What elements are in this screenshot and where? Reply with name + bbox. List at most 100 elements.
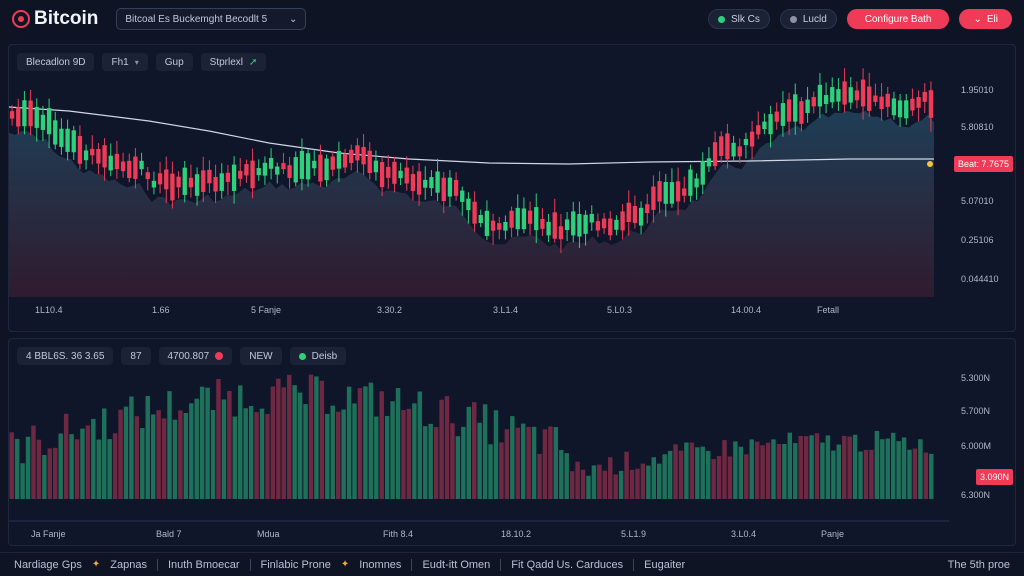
candle-body [885, 93, 890, 107]
volume-bar [624, 451, 629, 499]
volume-bar [374, 416, 379, 499]
candle-body [497, 223, 502, 230]
candle-body [669, 182, 675, 204]
chevron-down-icon: ▾ [134, 57, 139, 67]
volume-count[interactable]: 87 [121, 347, 151, 365]
footer-link[interactable]: Finlabic Prone [261, 559, 331, 571]
candle-body [250, 160, 255, 189]
candle-body [287, 165, 292, 178]
candle-body [780, 103, 786, 126]
status-footer: Nardiage Gps ✦ Zapnas Inuth Bmoecar Finl… [0, 552, 1024, 576]
interval-select[interactable]: Fh1 ▾ [102, 53, 148, 71]
volume-bar [793, 443, 798, 499]
volume-bar [47, 448, 53, 499]
volume-bar [836, 444, 841, 499]
volume-bar [678, 450, 684, 499]
candle-body [96, 148, 101, 164]
volume-axis-label: 5.700N [961, 406, 991, 416]
volume-bar [461, 426, 466, 499]
volume-bar [591, 465, 597, 499]
candle-body [435, 171, 440, 193]
volume-bar [510, 416, 515, 499]
candle-body [589, 213, 594, 223]
candle-body [910, 98, 915, 111]
volume-bar [417, 391, 423, 499]
volume-bar [814, 433, 820, 499]
configure-button[interactable]: Configure Bath [846, 9, 950, 29]
candle-body [823, 95, 829, 104]
price-chart-panel: Blecadlon 9D Fh1 ▾ Gup Stprlexl ➚ 1.95010 … [8, 44, 1016, 332]
candle-body [207, 169, 212, 184]
candle-body [22, 100, 27, 127]
price-axis-label: 5.80810 [961, 122, 994, 132]
candle-body [151, 180, 157, 188]
volume-bar [63, 413, 69, 499]
volume-bar-chart[interactable] [9, 339, 1017, 547]
volume-axis-label: 6.000M [961, 441, 992, 451]
group-label: Gup [164, 56, 184, 68]
volume-bar [553, 427, 559, 499]
volume-bar [134, 416, 140, 499]
footer-link[interactable]: Eugaiter [644, 559, 685, 571]
volume-bar [646, 465, 651, 499]
candle-body [330, 156, 335, 170]
candlestick-chart[interactable] [9, 45, 1017, 333]
candle-body [410, 174, 416, 191]
strategy-button[interactable]: Stprlexl ➚ [200, 53, 267, 71]
footer-link[interactable]: Zapnas [110, 559, 147, 571]
new-button[interactable]: NEW [240, 347, 282, 365]
volume-bar [357, 388, 363, 499]
current-price-tag: Beat: 7.7675 [953, 156, 1013, 172]
footer-link[interactable]: Inomnes [359, 559, 401, 571]
candle-body [46, 108, 52, 135]
volume-bar [580, 469, 586, 499]
candle-body [620, 211, 625, 231]
candle-body [867, 86, 872, 111]
pair-select[interactable]: Bitcoal Es Buckemght Becodlt 5 ⌄ [116, 8, 307, 30]
volume-bar [569, 471, 575, 499]
details-toggle[interactable]: Deisb [289, 347, 347, 365]
volume-bar [390, 401, 395, 499]
volume-bar [901, 437, 907, 499]
candle-body [534, 207, 539, 231]
load-pill[interactable]: Lucld [779, 9, 837, 29]
candle-body [102, 145, 107, 168]
status-pill[interactable]: Slk Cs [707, 9, 770, 29]
volume-bar [771, 439, 776, 499]
volume-bar [102, 408, 107, 499]
candle-body [466, 198, 471, 211]
volume-bar [874, 430, 880, 499]
volume-bar [684, 442, 689, 499]
footer-link[interactable]: Eudt-itt Omen [422, 559, 490, 571]
details-label: Deisb [311, 350, 338, 362]
volume-bar [657, 463, 662, 499]
group-button[interactable]: Gup [155, 53, 193, 71]
volume-bar [363, 386, 368, 499]
app-logo[interactable]: Bitcoin [12, 8, 98, 30]
volume-bar [455, 436, 461, 499]
time-axis-label: 1L10.4 [35, 305, 63, 315]
volume-bar [254, 412, 259, 499]
small-action-button[interactable]: ⌄ Eli [959, 9, 1012, 29]
candle-body [916, 97, 921, 108]
candle-body [608, 218, 613, 236]
timeframe-button[interactable]: Blecadlon 9D [17, 53, 95, 71]
volume-bar [716, 456, 722, 499]
volume-bar [227, 390, 232, 499]
candle-body [386, 166, 391, 178]
candle-body [645, 204, 650, 213]
volume-bar [618, 470, 624, 499]
volume-bar [575, 461, 580, 499]
volume-summary-label: 4 BBL6S. 36 3.65 [26, 350, 105, 362]
footer-link[interactable]: Nardiage Gps [14, 559, 82, 571]
volume-bar [559, 449, 564, 499]
footer-link[interactable]: Fit Qadd Us. Carduces [511, 559, 623, 571]
volume-bar [820, 442, 825, 499]
volume-value[interactable]: 4700.807 [158, 347, 233, 365]
volume-bar [689, 442, 695, 499]
volume-bar [14, 438, 20, 499]
volume-bar [477, 422, 482, 499]
candle-body [59, 128, 64, 147]
footer-link[interactable]: Inuth Bmoecar [168, 559, 240, 571]
volume-bar [199, 386, 205, 499]
